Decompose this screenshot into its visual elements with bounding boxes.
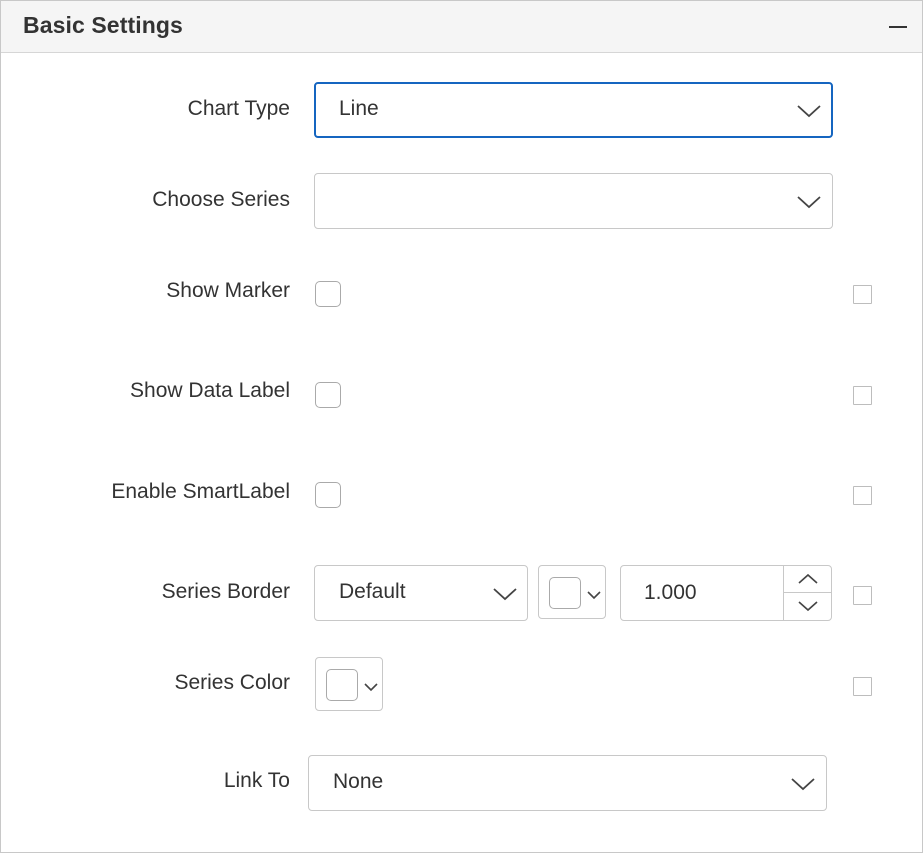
series-border-color-picker[interactable]: [538, 565, 606, 619]
chart-type-dropdown[interactable]: Line: [314, 82, 833, 138]
chevron-down-icon: [797, 104, 821, 118]
chevron-down-icon: [798, 601, 818, 612]
panel-title: Basic Settings: [23, 12, 183, 38]
series-color-label: Series Color: [174, 671, 290, 694]
show-marker-override-checkbox[interactable]: [853, 285, 872, 304]
link-to-value: None: [333, 770, 384, 793]
series-border-override-checkbox[interactable]: [853, 586, 872, 605]
chevron-up-icon: [798, 573, 818, 584]
show-marker-checkbox[interactable]: [315, 281, 341, 307]
choose-series-label: Choose Series: [152, 188, 290, 211]
color-swatch: [549, 577, 581, 609]
series-color-picker[interactable]: [315, 657, 383, 711]
minus-icon: [889, 26, 907, 28]
show-data-label-label: Show Data Label: [130, 379, 290, 402]
show-data-label-checkbox[interactable]: [315, 382, 341, 408]
chevron-down-icon: [791, 777, 815, 791]
chevron-down-icon: [797, 195, 821, 209]
link-to-dropdown[interactable]: None: [308, 755, 827, 811]
collapse-button[interactable]: [886, 15, 910, 39]
series-border-width-input[interactable]: [620, 565, 832, 621]
show-marker-label: Show Marker: [166, 279, 290, 302]
series-border-style-dropdown[interactable]: Default: [314, 565, 528, 621]
chart-type-value: Line: [339, 97, 379, 120]
series-border-width-field[interactable]: [622, 567, 782, 619]
series-border-style-value: Default: [339, 580, 406, 603]
show-data-label-override-checkbox[interactable]: [853, 386, 872, 405]
series-color-override-checkbox[interactable]: [853, 677, 872, 696]
chevron-down-icon: [493, 587, 517, 601]
color-swatch: [326, 669, 358, 701]
increment-button[interactable]: [783, 566, 831, 593]
enable-smartlabel-label: Enable SmartLabel: [111, 480, 290, 503]
panel-header[interactable]: Basic Settings: [1, 1, 922, 53]
enable-smartlabel-checkbox[interactable]: [315, 482, 341, 508]
chart-type-label: Chart Type: [187, 97, 290, 120]
enable-smartlabel-override-checkbox[interactable]: [853, 486, 872, 505]
series-border-label: Series Border: [161, 580, 290, 603]
decrement-button[interactable]: [783, 593, 831, 620]
chevron-down-icon: [587, 587, 601, 600]
choose-series-dropdown[interactable]: [314, 173, 833, 229]
chevron-down-icon: [364, 679, 378, 692]
link-to-label: Link To: [223, 769, 290, 792]
basic-settings-panel: Basic Settings Chart Type Line Choose Se…: [0, 0, 923, 853]
